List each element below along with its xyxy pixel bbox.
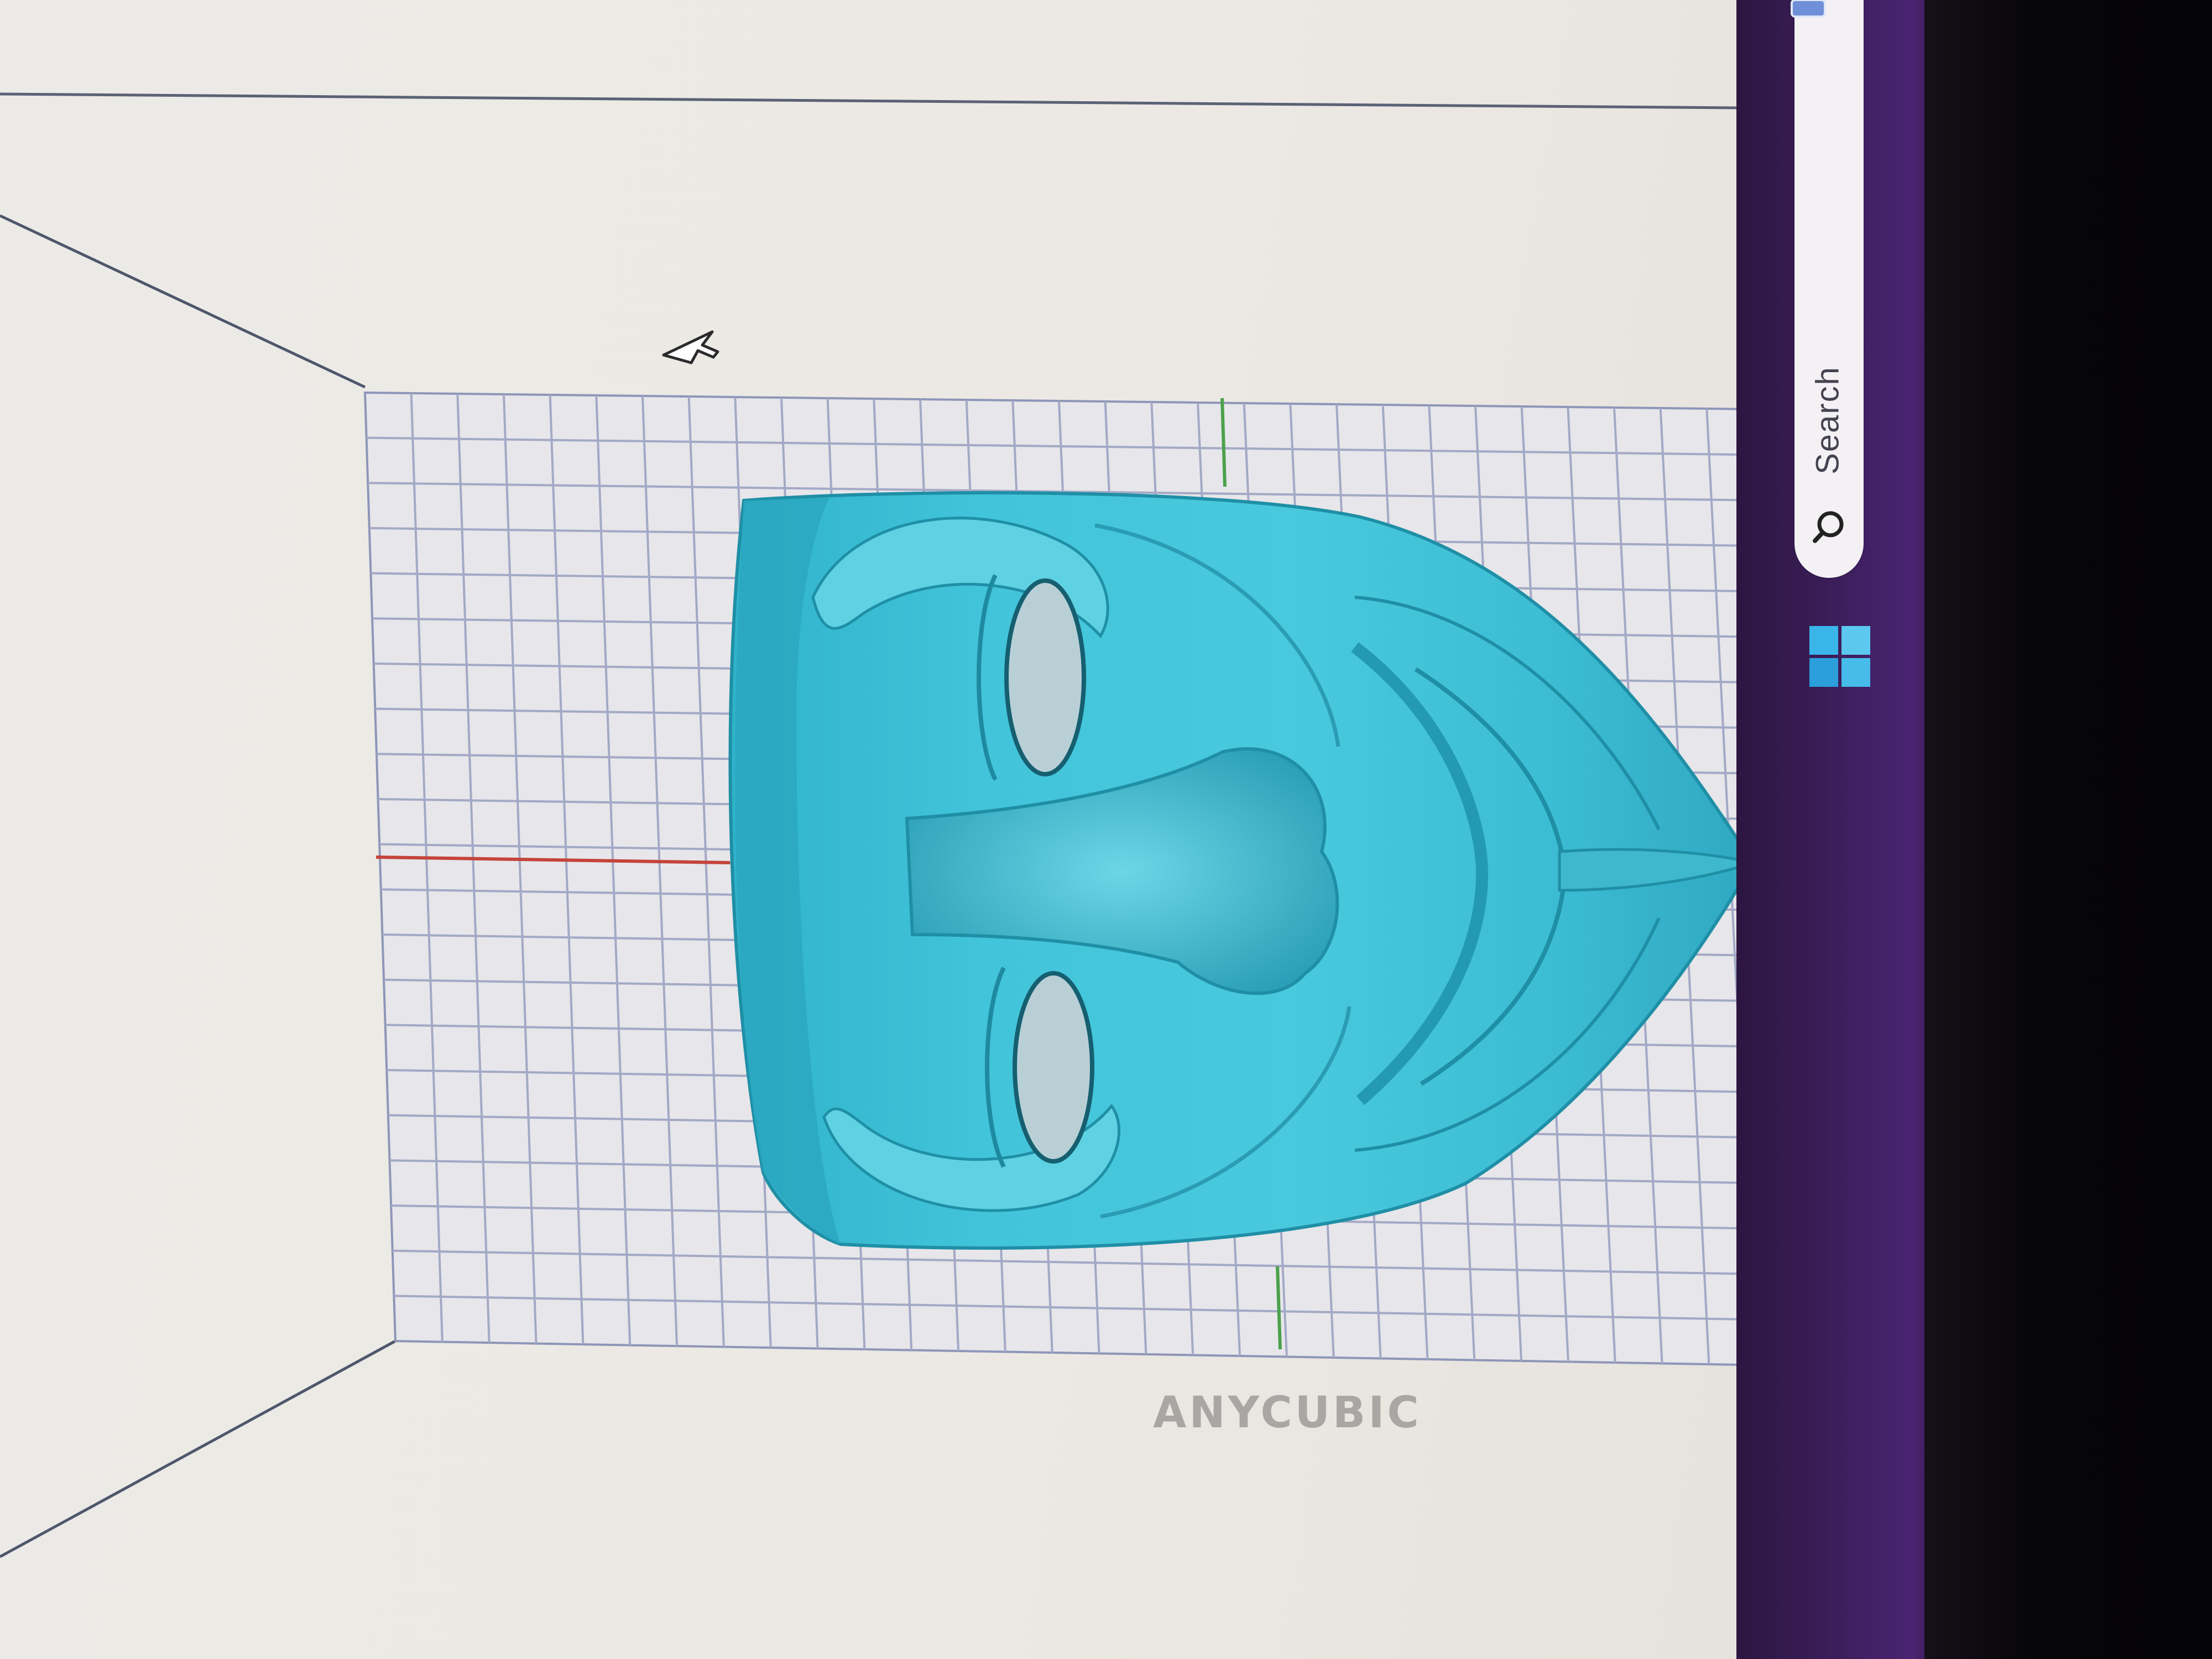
- photo-of-monitor: ANYCUBIC Search: [0, 0, 2212, 1659]
- taskbar-app-icon[interactable]: [1781, 0, 1836, 22]
- monitor-bezel: [1924, 0, 2212, 1659]
- eye-hole-top: [1004, 578, 1086, 776]
- windows-start-icon[interactable]: [1804, 620, 1876, 692]
- search-placeholder: Search: [1809, 366, 1846, 474]
- arrow-cursor-icon: [662, 330, 719, 364]
- eye-hole-bottom: [1013, 971, 1094, 1164]
- search-icon: [1813, 511, 1844, 543]
- search-input[interactable]: [1794, 0, 1864, 578]
- brand-logo: ANYCUBIC: [1153, 1388, 1422, 1438]
